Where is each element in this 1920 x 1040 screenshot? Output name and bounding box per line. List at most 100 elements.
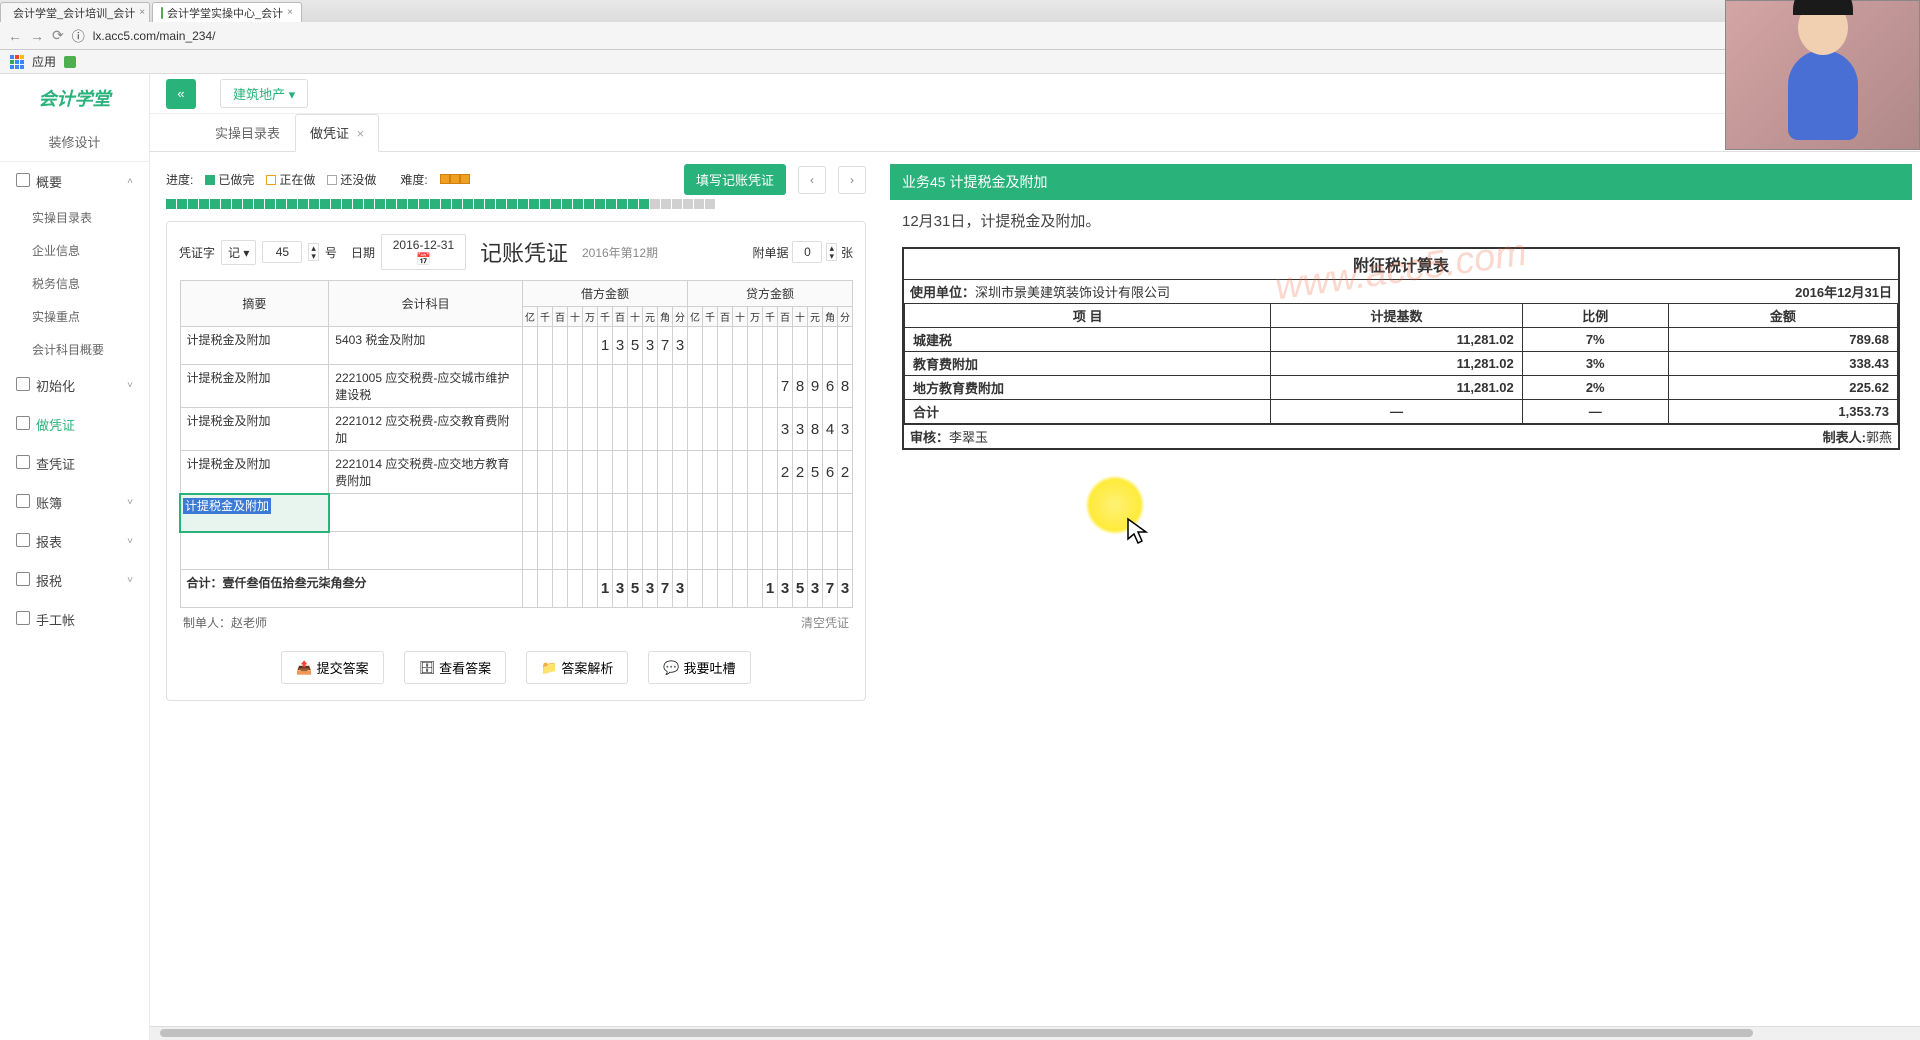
digit-cell[interactable] [717,451,732,494]
digit-cell[interactable] [687,327,702,365]
digit-cell[interactable] [717,408,732,451]
digit-cell[interactable] [567,532,582,570]
digit-cell[interactable] [687,451,702,494]
account-cell[interactable]: 2221005 应交税费-应交城市维护建设税 [329,365,523,408]
digit-cell[interactable] [672,532,687,570]
digit-cell[interactable]: 5 [627,327,642,365]
digit-cell[interactable] [537,365,552,408]
close-icon[interactable]: × [287,7,293,18]
close-icon[interactable]: × [139,7,145,18]
digit-cell[interactable]: 7 [657,570,672,608]
digit-cell[interactable]: 8 [792,365,807,408]
digit-cell[interactable] [612,365,627,408]
digit-cell[interactable] [672,365,687,408]
digit-cell[interactable] [627,408,642,451]
digit-cell[interactable] [582,451,597,494]
digit-cell[interactable] [537,494,552,532]
digit-cell[interactable] [807,327,822,365]
view-answer-button[interactable]: 🗄查看答案 [404,651,507,684]
digit-cell[interactable] [567,570,582,608]
digit-cell[interactable] [687,365,702,408]
spinner-icon[interactable]: ▴▾ [308,243,319,261]
digit-cell[interactable] [747,570,762,608]
prev-button[interactable]: ‹ [798,166,826,194]
account-cell[interactable] [329,532,523,570]
summary-cell[interactable] [180,532,329,570]
digit-cell[interactable] [717,570,732,608]
digit-cell[interactable] [687,570,702,608]
apps-icon[interactable] [10,55,24,69]
digit-cell[interactable] [702,408,717,451]
digit-cell[interactable] [627,532,642,570]
digit-cell[interactable] [552,365,567,408]
digit-cell[interactable]: 3 [837,570,852,608]
digit-cell[interactable]: 3 [672,570,687,608]
digit-cell[interactable] [537,570,552,608]
digit-cell[interactable]: 3 [777,570,792,608]
digit-cell[interactable]: 3 [807,570,822,608]
digit-cell[interactable] [747,408,762,451]
digit-cell[interactable] [627,451,642,494]
digit-cell[interactable] [777,532,792,570]
sidebar-item[interactable]: 初始化˅ [0,366,149,405]
digit-cell[interactable] [552,494,567,532]
voucher-number-input[interactable]: 45 [262,241,302,263]
digit-cell[interactable]: 1 [597,327,612,365]
date-input[interactable]: 2016-12-31 📅 [381,234,466,270]
digit-cell[interactable] [582,408,597,451]
digit-cell[interactable] [792,494,807,532]
fill-voucher-button[interactable]: 填写记账凭证 [684,164,786,195]
analysis-button[interactable]: 📁答案解析 [526,651,628,684]
digit-cell[interactable] [717,327,732,365]
digit-cell[interactable] [702,365,717,408]
digit-cell[interactable]: 3 [777,408,792,451]
digit-cell[interactable]: 8 [807,408,822,451]
summary-cell[interactable]: 计提税金及附加 [180,365,329,408]
digit-cell[interactable] [747,327,762,365]
digit-cell[interactable] [522,365,537,408]
summary-cell[interactable]: 计提税金及附加 [180,327,329,365]
digit-cell[interactable] [597,408,612,451]
digit-cell[interactable]: 5 [627,570,642,608]
digit-cell[interactable] [642,408,657,451]
info-icon[interactable]: ⓘ [72,26,85,45]
attach-count-input[interactable]: 0 [792,241,822,263]
digit-cell[interactable]: 3 [672,327,687,365]
sidebar-item[interactable]: 报税˅ [0,561,149,600]
digit-cell[interactable] [597,494,612,532]
digit-cell[interactable] [777,494,792,532]
digit-cell[interactable] [732,365,747,408]
back-icon[interactable]: ← [8,28,22,44]
digit-cell[interactable] [792,532,807,570]
digit-cell[interactable] [732,494,747,532]
digit-cell[interactable] [552,532,567,570]
browser-tab[interactable]: 会计学堂实操中心_会计 × [152,2,302,22]
voucher-word-select[interactable]: 记 ▾ [221,240,256,265]
digit-cell[interactable] [582,365,597,408]
digit-cell[interactable] [537,532,552,570]
digit-cell[interactable] [762,327,777,365]
digit-cell[interactable] [567,408,582,451]
account-cell[interactable]: 5403 税金及附加 [329,327,523,365]
digit-cell[interactable] [822,327,837,365]
digit-cell[interactable]: 1 [762,570,777,608]
digit-cell[interactable] [687,408,702,451]
apps-label[interactable]: 应用 [32,53,56,70]
sidebar-sub-item[interactable]: 实操重点 [0,300,149,333]
tab-catalog[interactable]: 实操目录表 [200,114,295,151]
digit-cell[interactable]: 1 [597,570,612,608]
sidebar-item[interactable]: 概要˄ [0,162,149,201]
tab-voucher[interactable]: 做凭证 × [295,114,379,152]
digit-cell[interactable] [582,532,597,570]
digit-cell[interactable]: 7 [777,365,792,408]
digit-cell[interactable] [762,365,777,408]
digit-cell[interactable] [597,451,612,494]
digit-cell[interactable]: 3 [792,408,807,451]
digit-cell[interactable] [747,451,762,494]
industry-dropdown[interactable]: 建筑地产 ▾ [220,79,308,108]
digit-cell[interactable] [702,327,717,365]
digit-cell[interactable]: 5 [807,451,822,494]
digit-cell[interactable] [672,451,687,494]
digit-cell[interactable] [762,451,777,494]
digit-cell[interactable] [567,327,582,365]
